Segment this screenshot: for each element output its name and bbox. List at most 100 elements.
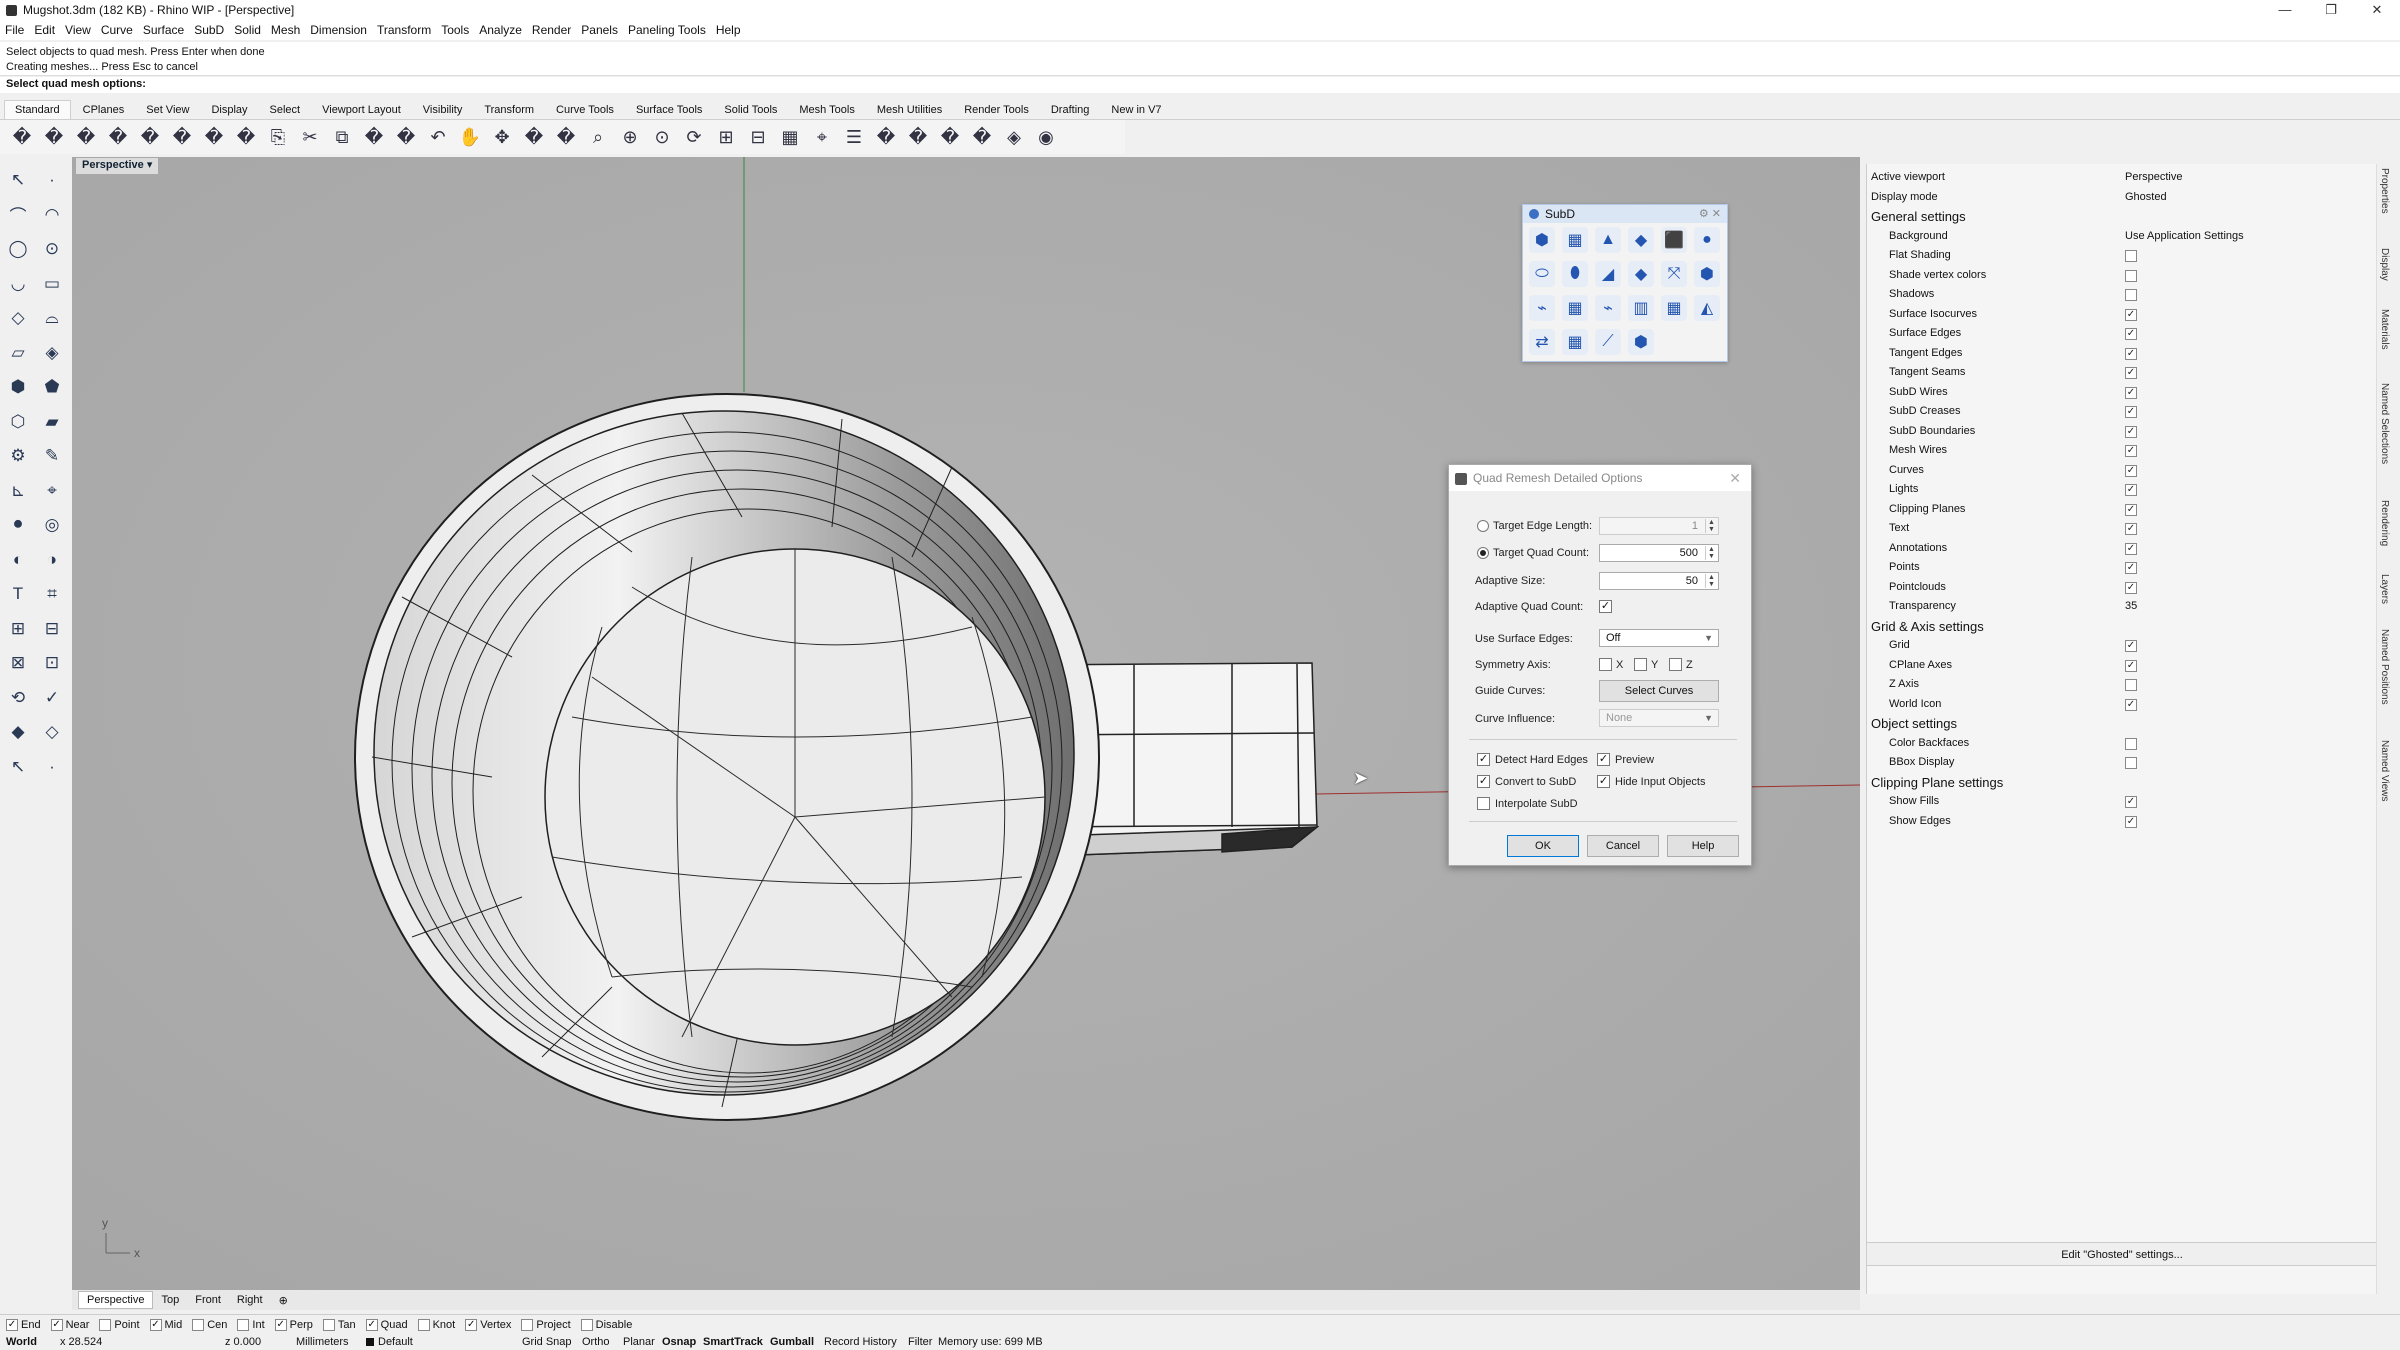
tab-visibility[interactable]: Visibility bbox=[413, 101, 473, 119]
osnap-checkbox[interactable]: ✓ bbox=[6, 1318, 18, 1331]
prop-checkbox[interactable]: ✓ bbox=[2125, 503, 2137, 516]
side-tab-display[interactable]: Display bbox=[2379, 248, 2390, 281]
open-icon[interactable]: � bbox=[40, 123, 68, 151]
spinner-icon[interactable]: ▲ ▼ bbox=[1705, 519, 1717, 533]
osnap-point[interactable]: Point bbox=[99, 1318, 140, 1331]
prop-checkbox[interactable]: ✓ bbox=[2125, 445, 2137, 457]
preview-checkbox[interactable]: ✓ bbox=[1597, 753, 1610, 766]
prop-checkbox[interactable]: ✓ bbox=[2125, 815, 2137, 828]
subd-tool-icon[interactable]: ▦ bbox=[1661, 295, 1687, 321]
target-quad-count-radio[interactable] bbox=[1477, 547, 1489, 559]
viewport-tab-perspective[interactable]: Perspective bbox=[78, 1291, 154, 1309]
osnap-checkbox[interactable] bbox=[580, 1318, 593, 1331]
select-curves-button[interactable]: Select Curves bbox=[1599, 680, 1719, 702]
left-tool-icon[interactable]: ⊾ bbox=[4, 477, 32, 505]
osnap-checkbox[interactable]: ✓ bbox=[365, 1318, 378, 1331]
tab-render-tools[interactable]: Render Tools bbox=[954, 101, 1039, 119]
osnap-tan[interactable]: Tan bbox=[322, 1318, 356, 1331]
render-icon[interactable]: ⌖ bbox=[808, 123, 836, 151]
osnap-checkbox[interactable] bbox=[322, 1318, 335, 1331]
viewport-label[interactable]: Perspective ▾ bbox=[76, 158, 159, 174]
sphere-icon[interactable]: � bbox=[872, 123, 900, 151]
subd-tool-icon[interactable]: ⤧ bbox=[1661, 261, 1687, 287]
prop-checkbox[interactable]: ✓ bbox=[2125, 367, 2137, 379]
cancel-button[interactable]: Cancel bbox=[1587, 835, 1659, 857]
left-tool-icon[interactable]: ⌗ bbox=[38, 580, 66, 608]
copy-icon[interactable]: � bbox=[200, 123, 228, 151]
rotate-view-icon[interactable]: ✥ bbox=[488, 123, 516, 151]
subd-tool-icon[interactable]: ▲ bbox=[1595, 227, 1621, 253]
left-tool-icon[interactable]: ⌒ bbox=[4, 201, 32, 229]
osnap-cen[interactable]: Cen bbox=[192, 1318, 227, 1331]
subd-tool-icon[interactable]: ⌁ bbox=[1595, 295, 1621, 321]
osnap-mid[interactable]: ✓ Mid bbox=[149, 1318, 182, 1331]
ok-button[interactable]: OK bbox=[1507, 835, 1579, 857]
left-tool-icon[interactable]: ✎ bbox=[38, 442, 66, 470]
left-tool-icon[interactable]: T bbox=[4, 580, 32, 608]
prop-row[interactable]: Display mode Ghosted bbox=[1867, 188, 2377, 207]
left-tool-icon[interactable]: ◐ bbox=[4, 546, 32, 574]
grid-icon[interactable]: ⌕ bbox=[584, 123, 612, 151]
left-tool-icon[interactable]: ⊞ bbox=[4, 615, 32, 643]
edit-ghosted-settings-button[interactable]: Edit "Ghosted" settings... bbox=[1867, 1242, 2377, 1266]
filter-toggle[interactable]: Filter bbox=[908, 1334, 932, 1350]
zoom-icon[interactable]: � bbox=[360, 123, 388, 151]
ortho-toggle[interactable]: Ortho bbox=[582, 1334, 610, 1350]
osnap-near[interactable]: ✓ Near bbox=[50, 1318, 89, 1331]
prop-checkbox[interactable]: ✓ bbox=[2125, 542, 2137, 555]
left-tool-icon[interactable]: ↖ bbox=[4, 753, 32, 781]
menu-item-curve[interactable]: Curve bbox=[101, 23, 133, 37]
subd-toolbar-panel[interactable]: SubD ⚙ ✕ ⬢ ▦ ▲ ◆ ⬛ ● ⬭ ⬮ ◢ ◆ ⤧ ⬢ ⌁ ▦ ⌁ ▥ ▦ ◭ ⇄ ▦ ⟋ ⬢ bbox=[1522, 204, 1728, 362]
close-button[interactable]: ✕ bbox=[2354, 0, 2400, 20]
material-icon[interactable]: ⊟ bbox=[744, 123, 772, 151]
help-icon[interactable]: ◉ bbox=[1032, 123, 1060, 151]
pan-icon[interactable]: ✂ bbox=[296, 123, 324, 151]
subd-tool-icon[interactable]: ▦ bbox=[1562, 329, 1588, 355]
tab-cplanes[interactable]: CPlanes bbox=[73, 101, 135, 119]
menu-item-help[interactable]: Help bbox=[716, 23, 741, 37]
osnap-disable[interactable]: Disable bbox=[580, 1318, 632, 1331]
left-tool-icon[interactable]: ▱ bbox=[4, 339, 32, 367]
maximize-button[interactable]: ❐ bbox=[2308, 0, 2354, 20]
subd-tool-icon[interactable]: ⬭ bbox=[1529, 261, 1555, 287]
menu-item-dimension[interactable]: Dimension bbox=[310, 23, 367, 37]
prop-value[interactable]: Perspective bbox=[2125, 168, 2182, 187]
grid-snap-toggle[interactable]: Grid Snap bbox=[522, 1334, 572, 1350]
osnap-checkbox[interactable] bbox=[417, 1318, 430, 1331]
move-icon[interactable]: ⧉ bbox=[328, 123, 356, 151]
left-tool-icon[interactable]: ⊡ bbox=[38, 649, 66, 677]
left-tool-icon[interactable]: ⚙ bbox=[4, 442, 32, 470]
gumball-toggle[interactable]: Gumball bbox=[770, 1334, 814, 1350]
cut-icon[interactable]: � bbox=[168, 123, 196, 151]
subd-tool-icon[interactable]: ⌁ bbox=[1529, 295, 1555, 321]
osnap-checkbox[interactable] bbox=[237, 1318, 250, 1331]
prop-value[interactable]: Use Application Settings bbox=[2125, 227, 2244, 246]
zoom-selected-icon[interactable]: ✋ bbox=[456, 123, 484, 151]
tab-surface-tools[interactable]: Surface Tools bbox=[626, 101, 712, 119]
spinner-icon[interactable]: ▲ ▼ bbox=[1705, 546, 1717, 560]
subd-tool-icon[interactable]: ▥ bbox=[1628, 295, 1654, 321]
prop-checkbox[interactable]: ✓ bbox=[2125, 640, 2137, 652]
menu-item-subd[interactable]: SubD bbox=[194, 23, 224, 37]
left-tool-icon[interactable]: ◑ bbox=[38, 546, 66, 574]
left-tool-icon[interactable]: ◆ bbox=[4, 718, 32, 746]
left-tool-icon[interactable]: ◇ bbox=[38, 718, 66, 746]
left-tool-icon[interactable]: ✓ bbox=[38, 684, 66, 712]
color-wheel-icon[interactable]: ▦ bbox=[776, 123, 804, 151]
osnap-quad[interactable]: ✓ Quad bbox=[365, 1318, 408, 1331]
hide-input-objects-checkbox[interactable]: ✓ bbox=[1597, 775, 1610, 788]
subd-tool-icon[interactable]: ◆ bbox=[1628, 227, 1654, 253]
prop-checkbox[interactable] bbox=[2125, 250, 2137, 262]
prop-checkbox[interactable]: ✓ bbox=[2125, 328, 2137, 340]
subd-tool-icon[interactable]: ⬢ bbox=[1694, 261, 1720, 287]
new-icon[interactable]: � bbox=[8, 123, 36, 151]
osnap-project[interactable]: Project bbox=[521, 1318, 571, 1331]
left-tool-icon[interactable]: ⬢ bbox=[4, 373, 32, 401]
left-tool-icon[interactable]: ⌓ bbox=[38, 304, 66, 332]
osnap-checkbox[interactable]: ✓ bbox=[274, 1318, 287, 1331]
current-layer[interactable]: Default bbox=[378, 1334, 413, 1350]
record-history-toggle[interactable]: Record History bbox=[824, 1334, 897, 1350]
curve-influence-select[interactable]: None ▼ bbox=[1599, 709, 1719, 727]
prop-checkbox[interactable]: ✓ bbox=[2125, 698, 2137, 711]
planar-toggle[interactable]: Planar bbox=[623, 1334, 655, 1350]
